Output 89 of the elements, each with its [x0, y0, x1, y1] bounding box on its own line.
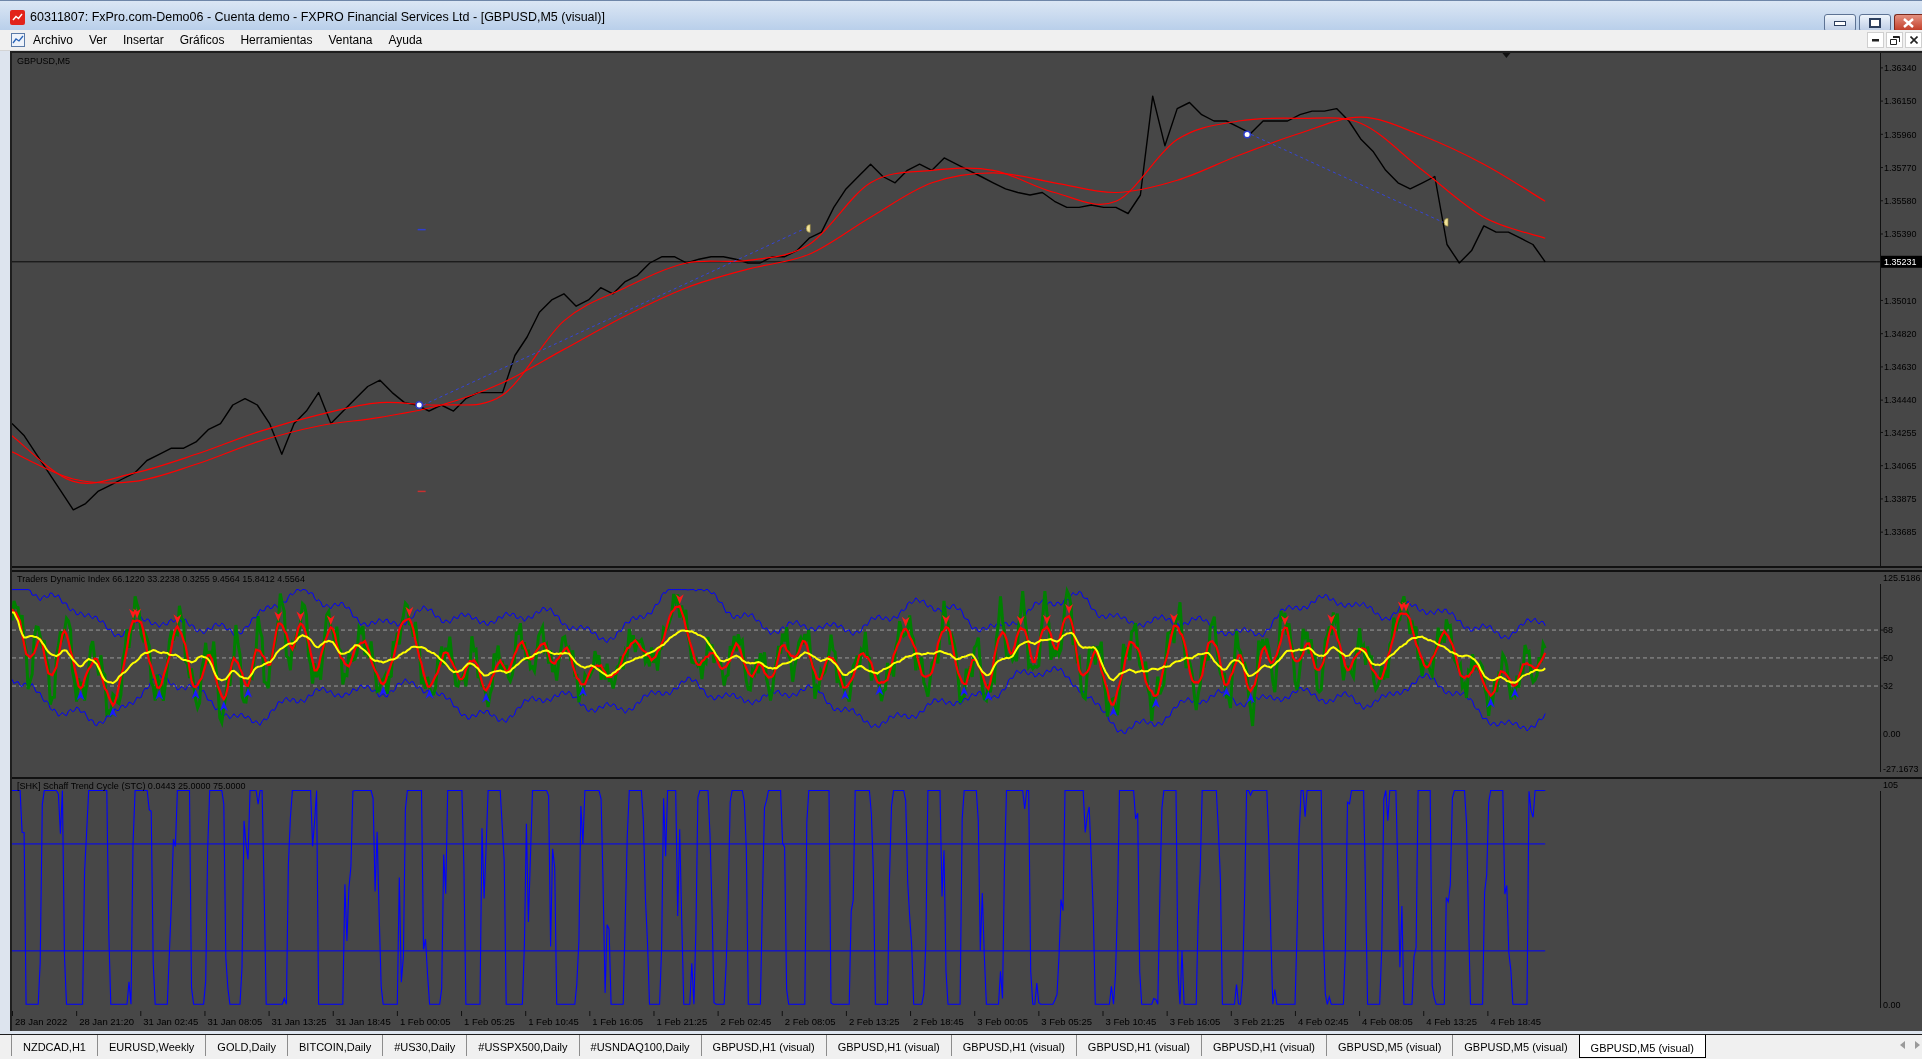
- chart-tab[interactable]: GBPUSD,H1 (visual): [700, 1035, 826, 1056]
- restore-button[interactable]: [1886, 32, 1903, 48]
- minimize-icon: [1834, 20, 1846, 26]
- time-axis-label: 3 Feb 21:25: [1233, 1016, 1285, 1027]
- indicator-axis-label: 68: [1883, 625, 1893, 636]
- price-axis-label: 1.34065: [1884, 460, 1917, 471]
- time-axis-label: 31 Jan 18:45: [335, 1016, 391, 1027]
- price-axis-label: 1.33685: [1884, 527, 1917, 538]
- chart-tab[interactable]: NZDCAD,H1: [11, 1035, 97, 1056]
- time-axis-label: 4 Feb 13:25: [1426, 1016, 1477, 1027]
- half-circle-marker-icon: [1443, 218, 1449, 227]
- time-axis-label: 1 Feb 10:45: [528, 1016, 579, 1027]
- price-axis-label: 1.35010: [1884, 295, 1917, 306]
- time-axis-label: 28 Jan 21:20: [79, 1016, 135, 1027]
- price-axis-label: 1.35580: [1884, 195, 1917, 206]
- ref-line-label: 1.35231: [1884, 257, 1917, 267]
- indicator-axis-label: 125.5186: [1883, 573, 1921, 583]
- chart-tab[interactable]: GBPUSD,H1 (visual): [1075, 1035, 1201, 1056]
- menu-item[interactable]: Archivo: [25, 31, 81, 49]
- indicator-axis-label: 105: [1883, 780, 1899, 790]
- time-axis-label: 1 Feb 16:05: [592, 1016, 644, 1027]
- menu-item[interactable]: Ayuda: [380, 31, 431, 49]
- chart-document-icon[interactable]: [11, 33, 25, 47]
- time-axis-label: 1 Feb 00:05: [399, 1016, 451, 1027]
- time-axis-label: 3 Feb 05:25: [1041, 1016, 1093, 1027]
- close-icon: [1903, 18, 1914, 28]
- maximize-icon: [1869, 18, 1881, 28]
- time-axis-label: 2 Feb 18:45: [913, 1016, 964, 1027]
- restore-icon: [1889, 35, 1900, 45]
- time-axis-label: 4 Feb 02:45: [1297, 1016, 1349, 1027]
- menu-item[interactable]: Ver: [81, 31, 116, 49]
- price-axis-label: 1.34820: [1884, 328, 1917, 339]
- chart-tab[interactable]: BITCOIN,Daily: [287, 1035, 383, 1056]
- price-axis-label: 1.34630: [1884, 362, 1917, 373]
- time-axis-label: 3 Feb 16:05: [1169, 1016, 1221, 1027]
- indicator-axis-label: 50: [1883, 653, 1893, 664]
- app-logo-icon: [10, 10, 25, 25]
- dash-marker-icon: [417, 490, 426, 493]
- price-axis-label: 1.36150: [1884, 96, 1917, 107]
- time-axis-label: 3 Feb 10:45: [1105, 1016, 1157, 1027]
- minimize-icon: [1872, 38, 1879, 42]
- menu-item[interactable]: Gráficos: [171, 31, 233, 49]
- indicator-axis-label: 0.00: [1883, 1000, 1901, 1011]
- chart-tab[interactable]: GBPUSD,M5 (visual): [1326, 1035, 1453, 1056]
- time-axis-label: 4 Feb 08:05: [1362, 1016, 1413, 1027]
- time-axis-label: 3 Feb 00:05: [977, 1016, 1028, 1027]
- indicator-axis-label: 32: [1883, 681, 1893, 692]
- circle-marker-icon: [415, 401, 424, 409]
- dash-marker-icon: [417, 228, 426, 231]
- time-axis-label: 2 Feb 13:25: [848, 1016, 900, 1027]
- time-axis-label: 2 Feb 02:45: [720, 1016, 772, 1027]
- time-axis-label: 1 Feb 21:25: [656, 1016, 708, 1027]
- chart-tab[interactable]: #USSPX500,Daily: [466, 1035, 579, 1056]
- price-axis-label: 1.34440: [1884, 395, 1917, 406]
- time-axis-label: 31 Jan 02:45: [143, 1016, 199, 1027]
- chart-tab[interactable]: #US30,Daily: [382, 1035, 467, 1056]
- price-axis-label: 1.35960: [1884, 129, 1917, 140]
- time-axis-label: 28 Jan 2022: [15, 1016, 68, 1027]
- chart-tab[interactable]: GBPUSD,M5 (visual): [1452, 1035, 1579, 1056]
- time-axis-label: 2 Feb 08:05: [784, 1016, 836, 1027]
- chart-tab[interactable]: GBPUSD,H1 (visual): [950, 1035, 1076, 1056]
- chart-tab[interactable]: #USNDAQ100,Daily: [578, 1035, 701, 1056]
- indicator-axis-label: 0.00: [1883, 729, 1901, 740]
- circle-marker-icon: [1243, 130, 1251, 139]
- price-axis-label: 1.35770: [1884, 162, 1917, 173]
- menu-item[interactable]: Ventana: [320, 31, 381, 49]
- menu-item[interactable]: Insertar: [115, 31, 172, 49]
- triangle-marker-icon[interactable]: [1502, 53, 1511, 58]
- chart-tab[interactable]: GOLD,Daily: [205, 1035, 287, 1056]
- chart-tab[interactable]: EURUSD,Weekly: [96, 1035, 206, 1056]
- chart-title: GBPUSD,M5: [17, 56, 70, 66]
- price-axis-label: 1.34255: [1884, 427, 1917, 438]
- time-axis-label: 1 Feb 05:25: [464, 1016, 515, 1027]
- indicator-axis-label: -27.1673: [1883, 764, 1919, 775]
- price-axis-label: 1.33875: [1884, 494, 1917, 505]
- indicator-title: [SHK] Schaff Trend Cycle (STC) 0.0443 25.0000 75.0000: [17, 781, 246, 791]
- close-icon: [1909, 36, 1918, 44]
- chart-tab[interactable]: GBPUSD,H1 (visual): [825, 1035, 951, 1056]
- price-axis-label: 1.36340: [1884, 63, 1917, 74]
- time-axis-label: 31 Jan 13:25: [271, 1016, 327, 1027]
- chart-tab[interactable]: GBPUSD,H1 (visual): [1200, 1035, 1326, 1056]
- price-axis-label: 1.35390: [1884, 229, 1917, 240]
- menu-item[interactable]: Herramientas: [232, 31, 321, 49]
- window-title: 60311807: FxPro.com-Demo06 - Cuenta demo - FXPRO Financial Services Ltd - [GBPUSD,M5 (visual)]: [30, 9, 605, 27]
- half-circle-marker-icon: [805, 224, 811, 233]
- indicator-title: Traders Dynamic Index 66.1220 33.2238 0.3255 9.4564 15.8412 4.5564: [17, 574, 305, 584]
- time-axis-label: 31 Jan 08:05: [207, 1016, 263, 1027]
- current-price-label: 1.35231: [1881, 255, 1922, 268]
- chart-tab[interactable]: GBPUSD,M5 (visual): [1578, 1035, 1706, 1058]
